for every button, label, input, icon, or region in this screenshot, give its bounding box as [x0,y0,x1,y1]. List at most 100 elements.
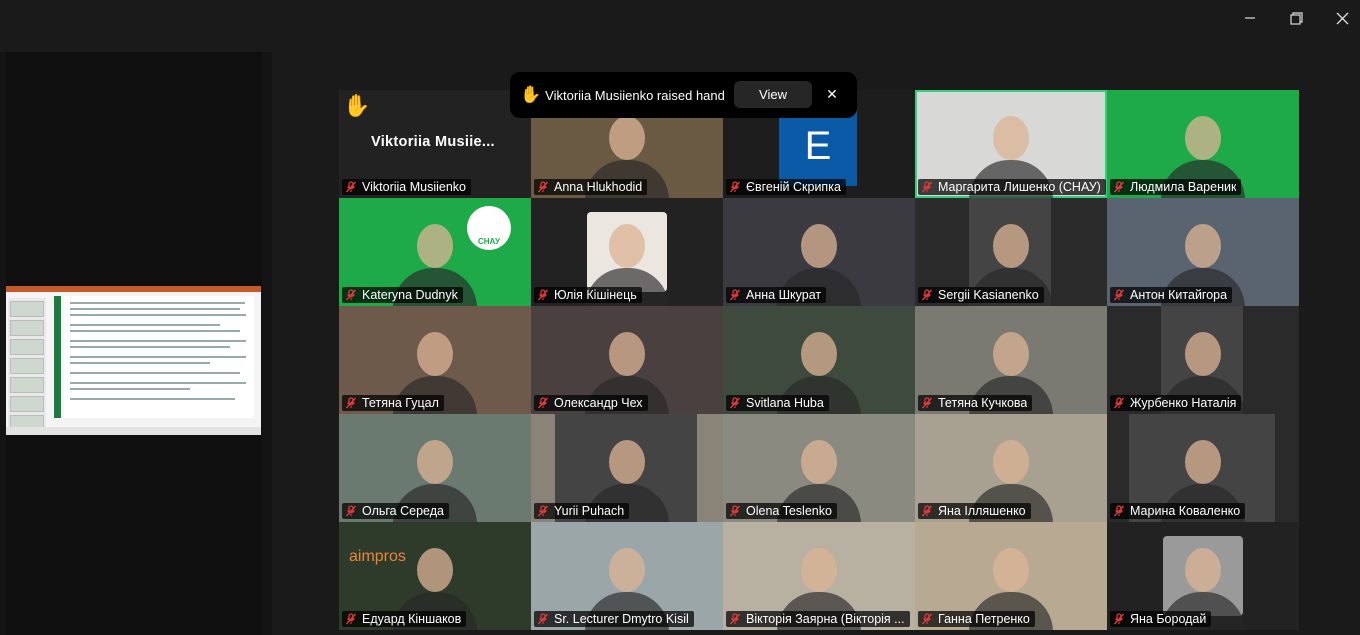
video-feed [417,332,453,376]
avatar: E [779,106,857,186]
close-icon[interactable] [1319,0,1360,36]
participant-tile[interactable]: Ганна Петренко [915,522,1107,630]
participant-tile[interactable]: Ольга Середа [339,414,531,522]
muted-mic-icon [921,181,933,193]
participant-name-tag: Антон Китайгора [1110,287,1233,303]
participant-tile[interactable]: Яна Бородай [1107,522,1299,630]
video-feed [609,440,645,484]
participant-name: Антон Китайгора [1130,288,1228,302]
toast-message: Viktoriia Musiienko raised hand [545,87,725,103]
participant-name-tag: Kateryna Dudnyk [342,287,463,303]
participant-name: Яна Бородай [1130,612,1207,626]
participant-tile[interactable]: Sergii Kasianenko [915,198,1107,306]
view-button[interactable]: View [734,81,812,108]
snau-logo: СНАУ [467,206,511,250]
participant-tile[interactable]: Yurii Puhach [531,414,723,522]
participant-name: Yurii Puhach [554,504,625,518]
video-feed [609,332,645,376]
muted-mic-icon [729,289,741,301]
participant-tile[interactable]: Svitlana Huba [723,306,915,414]
muted-mic-icon [345,181,357,193]
participant-tile[interactable]: Журбенко Наталія [1107,306,1299,414]
shared-screen-thumbnail[interactable] [6,286,261,435]
participant-name-tag: Anna Hlukhodid [534,179,648,195]
participant-name: Olena Teslenko [746,504,832,518]
video-feed [1185,440,1221,484]
participant-name: Тетяна Гуцал [362,396,439,410]
participant-name-tag: Sr. Lecturer Dmytro Kisil [534,611,694,627]
video-feed [801,548,837,592]
participant-tile[interactable]: aimpros Едуард Кіншаков [339,522,531,630]
video-feed [1185,548,1221,592]
participant-name: Анна Шкурат [746,288,822,302]
participant-name: Олександр Чех [554,396,643,410]
self-display-name: Viktoriia Musiie... [371,134,495,150]
video-feed [801,224,837,268]
participant-name: Євгеній Скрипка [746,180,841,194]
participant-name: Svitlana Huba [746,396,824,410]
participant-name-tag: Анна Шкурат [726,287,827,303]
participant-name-tag: Viktoriia Musiienko [342,179,471,195]
participant-name-tag: Ольга Середа [342,503,449,519]
muted-mic-icon [729,397,741,409]
muted-mic-icon [537,181,549,193]
participant-name-tag: Тетяна Кучкова [918,395,1033,411]
participant-tile[interactable]: Sr. Lecturer Dmytro Kisil [531,522,723,630]
muted-mic-icon [1113,613,1125,625]
participant-tile[interactable]: Olena Teslenko [723,414,915,522]
participant-name-tag: Sergii Kasianenko [918,287,1044,303]
participant-tile[interactable]: Людмила Вареник [1107,90,1299,198]
status-bar [6,427,261,435]
video-feed [801,332,837,376]
participant-name: Едуард Кіншаков [362,612,462,626]
muted-mic-icon [1113,181,1125,193]
participant-name-tag: Марина Коваленко [1110,503,1246,519]
video-feed [993,548,1029,592]
muted-mic-icon [1113,289,1125,301]
participant-name: Яна Ілляшенко [938,504,1026,518]
restore-icon[interactable] [1273,0,1319,36]
participant-name-tag: Людмила Вареник [1110,179,1242,195]
participant-name: Юлія Кішінець [554,288,637,302]
participant-name: Sr. Lecturer Dmytro Kisil [554,612,689,626]
video-feed [417,440,453,484]
video-feed [417,548,453,592]
participant-tile[interactable]: Олександр Чех [531,306,723,414]
participant-tile[interactable]: Тетяна Гуцал [339,306,531,414]
participant-tile[interactable]: Анна Шкурат [723,198,915,306]
participant-name: Марина Коваленко [1130,504,1241,518]
participant-tile[interactable]: Яна Ілляшенко [915,414,1107,522]
muted-mic-icon [729,613,741,625]
participant-name: Ганна Петренко [938,612,1030,626]
participant-tile[interactable]: Маргарита Лишенко (СНАУ) [915,90,1107,198]
video-feed [1185,224,1221,268]
participant-name: Вікторія Заярна (Вікторія ... [746,612,905,626]
participant-name: Журбенко Наталія [1130,396,1237,410]
muted-mic-icon [345,505,357,517]
participant-tile[interactable]: СНАУ Kateryna Dudnyk [339,198,531,306]
raised-hand-toast: ✋ Viktoriia Musiienko raised hand View ✕ [510,72,857,118]
minimize-icon[interactable] [1227,0,1273,36]
participant-name: Людмила Вареник [1130,180,1237,194]
participant-tile[interactable]: Марина Коваленко [1107,414,1299,522]
video-feed [993,440,1029,484]
participant-name-tag: Євгеній Скрипка [726,179,846,195]
muted-mic-icon [345,289,357,301]
participant-tile[interactable]: Вікторія Заярна (Вікторія ... [723,522,915,630]
participant-name-tag: Olena Teslenko [726,503,837,519]
muted-mic-icon [1113,505,1125,517]
participant-name-tag: Тетяна Гуцал [342,395,444,411]
participant-tile[interactable]: Юлія Кішінець [531,198,723,306]
participant-tile[interactable]: ✋ Viktoriia Musiie... Viktoriia Musiienko [339,90,531,198]
participant-name-tag: Едуард Кіншаков [342,611,467,627]
participant-tile[interactable]: Тетяна Кучкова [915,306,1107,414]
participant-tile[interactable]: Антон Китайгора [1107,198,1299,306]
participant-name-tag: Маргарита Лишенко (СНАУ) [918,179,1106,195]
toast-close-icon[interactable]: ✕ [822,84,842,104]
participant-name-tag: Yurii Puhach [534,503,630,519]
participant-name-tag: Svitlana Huba [726,395,829,411]
raised-hand-icon: ✋ [343,93,371,118]
green-sidebar [54,296,61,418]
muted-mic-icon [921,397,933,409]
video-feed [801,440,837,484]
